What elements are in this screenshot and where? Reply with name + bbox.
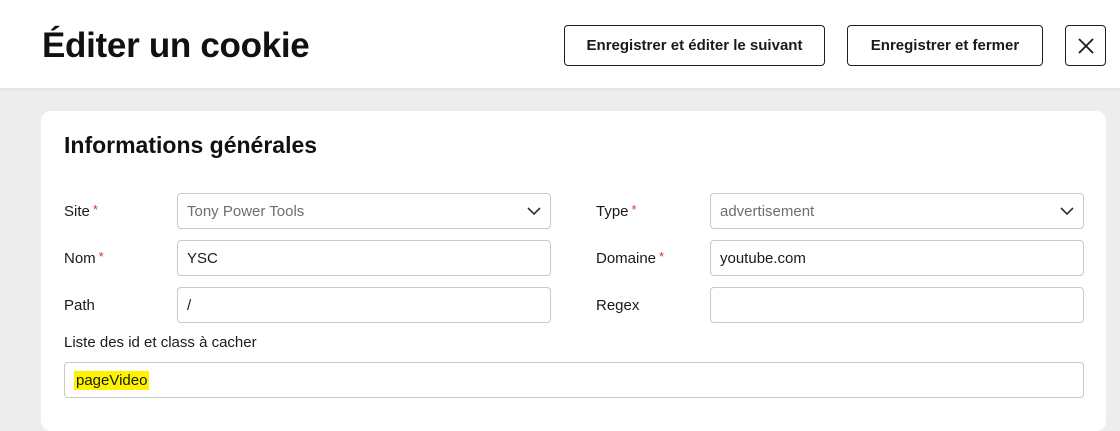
domaine-label: Domaine *: [596, 240, 664, 276]
type-select[interactable]: advertisement: [710, 193, 1084, 229]
path-input[interactable]: /: [177, 287, 551, 323]
site-select[interactable]: Tony Power Tools: [177, 193, 551, 229]
hide-list-label: Liste des id et class à cacher: [64, 324, 257, 360]
regex-label-text: Regex: [596, 296, 640, 314]
domaine-label-text: Domaine: [596, 249, 657, 267]
nom-input[interactable]: YSC: [177, 240, 551, 276]
domaine-required-mark: *: [659, 248, 665, 264]
type-label: Type *: [596, 193, 637, 229]
general-info-card: Informations générales Site * Tony Power…: [41, 111, 1106, 431]
close-button[interactable]: [1065, 25, 1106, 66]
nom-required-mark: *: [98, 248, 104, 264]
chevron-down-icon: [1060, 204, 1074, 218]
path-label-text: Path: [64, 296, 95, 314]
hide-list-token: pageVideo: [74, 370, 150, 390]
domaine-input[interactable]: youtube.com: [710, 240, 1084, 276]
hide-list-label-text: Liste des id et class à cacher: [64, 333, 257, 351]
top-bar: Éditer un cookie Enregistrer et éditer l…: [0, 0, 1120, 88]
close-icon: [1077, 37, 1094, 54]
site-select-value: Tony Power Tools: [187, 202, 305, 220]
section-title: Informations générales: [64, 132, 318, 158]
page-title: Éditer un cookie: [42, 26, 310, 65]
type-required-mark: *: [631, 201, 637, 217]
nom-label-text: Nom: [64, 249, 96, 267]
type-select-value: advertisement: [720, 202, 815, 220]
site-required-mark: *: [92, 201, 98, 217]
site-label: Site *: [64, 193, 98, 229]
nom-input-value: YSC: [187, 249, 218, 267]
hide-list-input[interactable]: pageVideo: [64, 362, 1084, 398]
path-input-value: /: [187, 296, 192, 314]
domaine-input-value: youtube.com: [720, 249, 806, 267]
save-and-edit-next-button[interactable]: Enregistrer et éditer le suivant: [564, 25, 825, 66]
save-and-close-button[interactable]: Enregistrer et fermer: [847, 25, 1043, 66]
site-label-text: Site: [64, 202, 90, 220]
regex-input[interactable]: [710, 287, 1084, 323]
path-label: Path: [64, 287, 95, 323]
regex-label: Regex: [596, 287, 639, 323]
type-label-text: Type: [596, 202, 629, 220]
chevron-down-icon: [527, 204, 541, 218]
nom-label: Nom *: [64, 240, 104, 276]
